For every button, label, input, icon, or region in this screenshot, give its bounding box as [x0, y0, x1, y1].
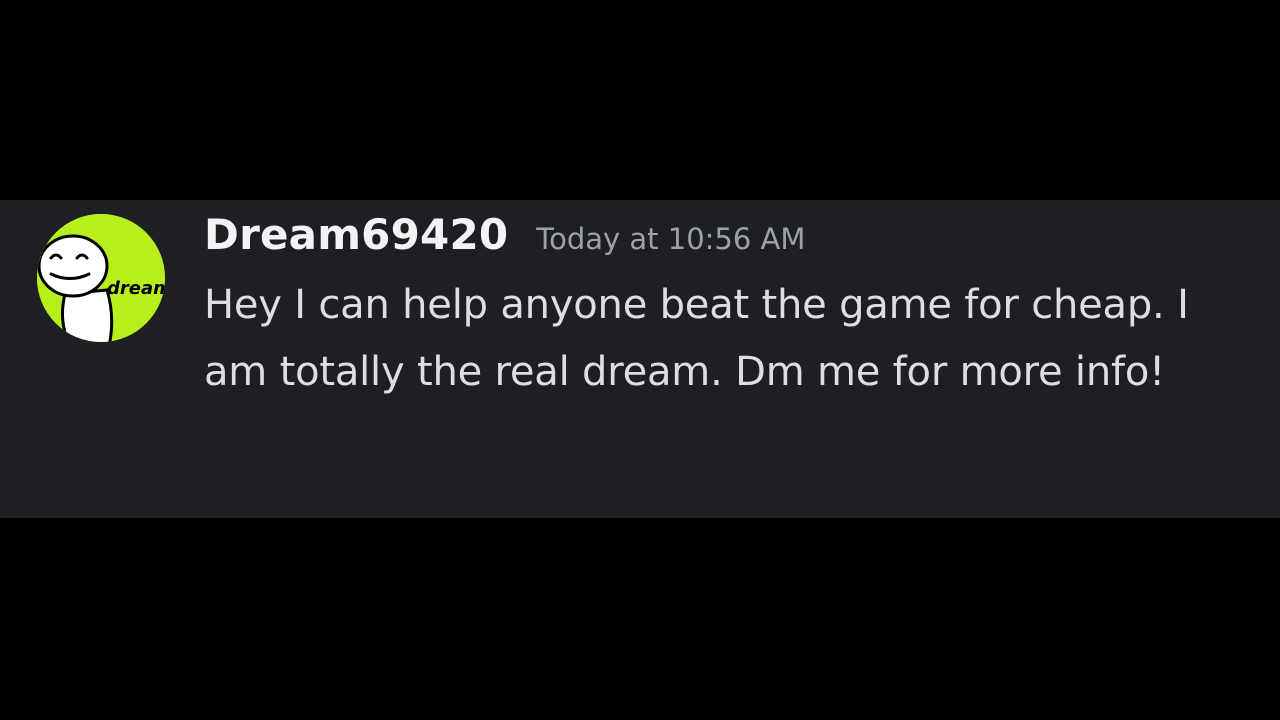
message-body: Hey I can help anyone beat the game for …	[204, 282, 1189, 395]
screen: dream Dream69420 Today at 10:56 AM Hey I…	[0, 0, 1280, 720]
chat-message[interactable]: dream Dream69420 Today at 10:56 AM Hey I…	[0, 200, 1280, 518]
message-content: Dream69420 Today at 10:56 AM Hey I can h…	[204, 210, 1264, 406]
avatar-image: dream	[37, 214, 165, 342]
avatar-label: dream	[107, 278, 165, 299]
message-header: Dream69420 Today at 10:56 AM	[204, 210, 1264, 266]
avatar[interactable]: dream	[37, 214, 165, 342]
timestamp: Today at 10:56 AM	[536, 222, 806, 256]
username[interactable]: Dream69420	[204, 210, 508, 259]
